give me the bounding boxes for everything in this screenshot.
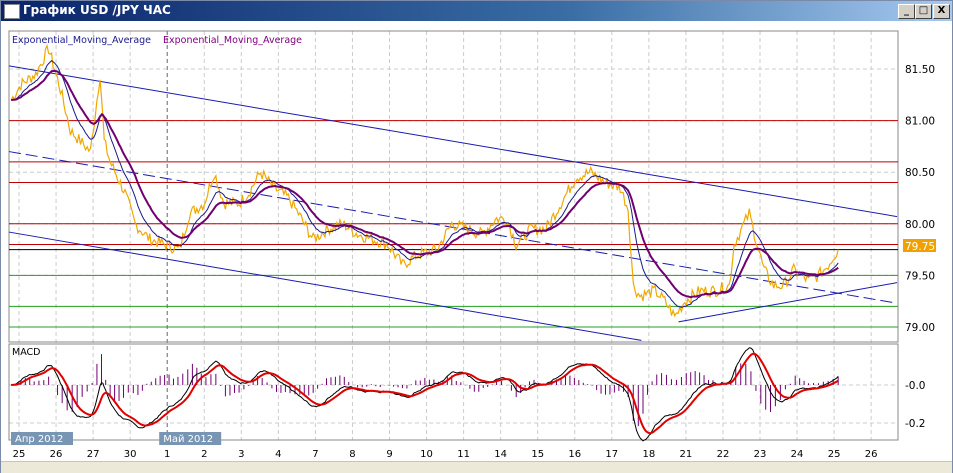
x-tick-label: 21 xyxy=(680,449,693,460)
y-tick-label: 81.00 xyxy=(905,116,935,128)
status-bar xyxy=(1,461,952,473)
x-tick-label: 24 xyxy=(791,449,804,460)
x-tick-label: 23 xyxy=(754,449,767,460)
month-label: Апр 2012 xyxy=(15,434,63,445)
price-chart[interactable]: 25 26 27 30 1 2 3 4 7 8 9 10 11 14 15 16 17 18 21 22 23 24 25 2… xyxy=(1,21,952,461)
y-tick-label: 80.50 xyxy=(905,167,935,179)
x-tick-label: 18 xyxy=(642,449,655,460)
window-title: График USD /JPY ЧАС xyxy=(23,3,171,17)
x-tick-label: 9 xyxy=(386,449,392,460)
month-label: Май 2012 xyxy=(163,434,213,445)
x-tick-label: 1 xyxy=(164,449,170,460)
x-tick-label: 30 xyxy=(124,449,137,460)
x-tick-label: 15 xyxy=(531,449,544,460)
legend-ema-fast: Exponential_Moving_Average xyxy=(12,35,151,46)
trend-line xyxy=(8,151,898,304)
y-tick-label: 81.50 xyxy=(905,64,935,76)
x-tick-label: 14 xyxy=(494,449,507,460)
legend-ema-slow: Exponential_Moving_Average xyxy=(163,35,302,46)
maximize-button[interactable]: □ xyxy=(915,4,932,19)
y-tick-label: 79.00 xyxy=(905,322,935,334)
x-tick-label: 27 xyxy=(87,449,100,460)
trend-line xyxy=(8,231,642,341)
x-tick-label: 25 xyxy=(13,449,26,460)
ema-slow-series xyxy=(11,69,839,299)
ema-fast-series xyxy=(11,60,839,308)
price-panel-frame xyxy=(8,30,899,343)
x-tick-label: 7 xyxy=(312,449,318,460)
y-tick-label: 79.50 xyxy=(905,270,935,282)
macd-line xyxy=(11,347,839,442)
x-tick-label: 3 xyxy=(238,449,244,460)
x-tick-label: 25 xyxy=(828,449,841,460)
x-tick-label: 10 xyxy=(420,449,433,460)
x-tick-label: 26 xyxy=(865,449,878,460)
x-tick-label: 4 xyxy=(275,449,281,460)
title-bar[interactable]: График USD /JPY ЧАС _ □ X xyxy=(1,1,952,21)
y-tick-label: 80.00 xyxy=(905,219,935,231)
macd-label: MACD xyxy=(12,347,40,358)
macd-signal-line xyxy=(11,352,839,435)
minimize-button[interactable]: _ xyxy=(898,4,915,19)
x-tick-label: 17 xyxy=(605,449,618,460)
x-tick-label: 26 xyxy=(50,449,63,460)
close-button[interactable]: X xyxy=(933,4,950,19)
x-tick-label: 2 xyxy=(201,449,207,460)
chart-window: График USD /JPY ЧАС _ □ X 25 26 27 30 1 2 3 4 7 8… xyxy=(0,0,953,473)
macd-y-tick-label: -0.2 xyxy=(905,418,926,430)
chart-app-icon xyxy=(4,4,20,19)
x-tick-label: 16 xyxy=(568,449,581,460)
macd-y-tick-label: -0.0 xyxy=(905,380,926,392)
x-tick-label: 11 xyxy=(457,449,470,460)
current-price-label: 79.75 xyxy=(905,241,935,253)
x-tick-label: 8 xyxy=(349,449,355,460)
x-tick-label: 22 xyxy=(717,449,730,460)
